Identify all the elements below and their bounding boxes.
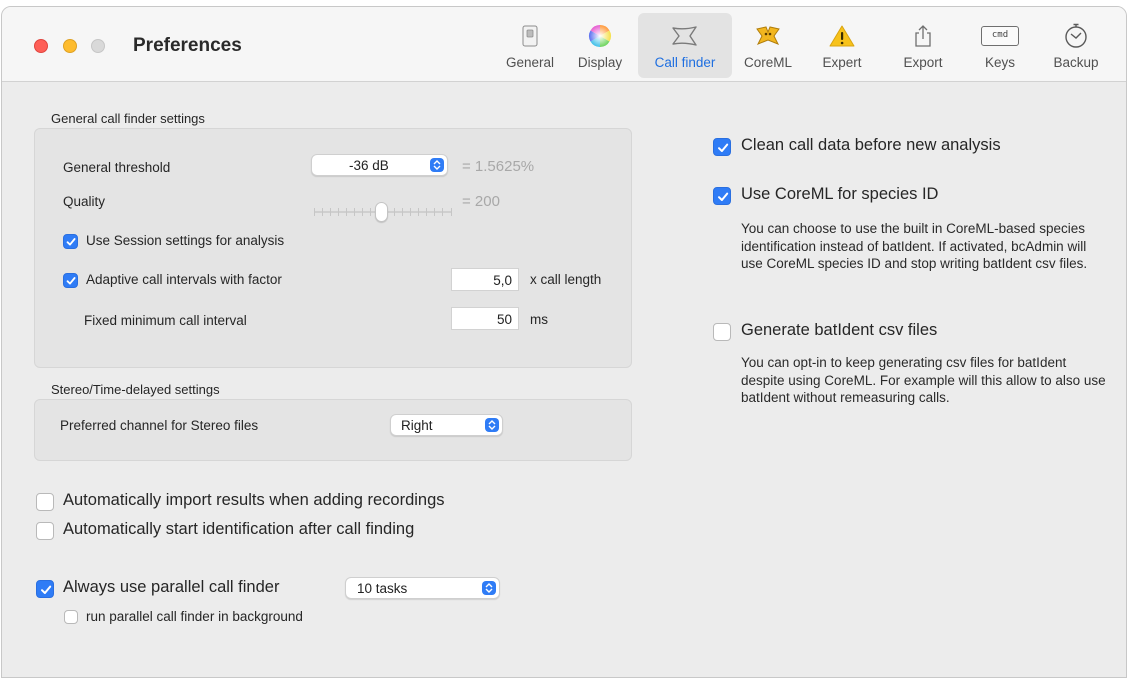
window-title: Preferences (133, 35, 242, 56)
generate-csv-label: Generate batIdent csv files (741, 321, 938, 339)
clean-call-data-checkbox[interactable] (713, 138, 731, 156)
use-coreml-label: Use CoreML for species ID (741, 185, 939, 203)
stereo-settings-heading: Stereo/Time-delayed settings (51, 382, 220, 397)
stereo-channel-label: Preferred channel for Stereo files (60, 418, 259, 433)
auto-import-checkbox[interactable] (36, 493, 54, 511)
titlebar: Preferences General Display Call finder … (2, 7, 1126, 82)
use-session-label: Use Session settings for analysis (86, 233, 285, 248)
fixed-min-interval-label: Fixed minimum call interval (84, 313, 247, 328)
tab-coreml-label: CoreML (743, 55, 792, 70)
coreml-icon (753, 22, 783, 50)
tab-display[interactable]: Display (568, 13, 632, 78)
threshold-label: General threshold (63, 160, 171, 175)
quality-slider[interactable] (314, 202, 452, 222)
fixed-min-interval-unit: ms (530, 312, 548, 327)
tab-call-finder-label: Call finder (654, 55, 716, 70)
tab-keys-label: Keys (984, 55, 1015, 70)
bat-call-icon (670, 22, 700, 50)
close-window-button[interactable] (34, 39, 48, 53)
timer-icon (1061, 22, 1091, 50)
stereo-channel-value: Right (401, 418, 433, 433)
stereo-channel-popup[interactable]: Right (390, 414, 503, 436)
tab-expert-label: Expert (822, 55, 862, 70)
zoom-window-button[interactable] (91, 39, 105, 53)
tab-coreml[interactable]: CoreML (736, 13, 800, 78)
quality-slider-tick (410, 208, 411, 216)
adaptive-factor-unit: x call length (530, 272, 602, 287)
tab-call-finder[interactable]: Call finder (638, 13, 732, 78)
parallel-call-finder-checkbox[interactable] (36, 580, 54, 598)
tab-general-label: General (505, 55, 555, 70)
parallel-tasks-value: 10 tasks (357, 581, 408, 596)
general-settings-heading: General call finder settings (51, 111, 205, 126)
parallel-tasks-popup[interactable]: 10 tasks (345, 577, 500, 599)
auto-import-label: Automatically import results when adding… (63, 491, 445, 509)
minimize-window-button[interactable] (63, 39, 77, 53)
chevron-updown-icon (430, 158, 444, 172)
adaptive-intervals-label: Adaptive call intervals with factor (86, 272, 282, 287)
adaptive-factor-field[interactable]: 5,0 (451, 268, 519, 291)
tab-backup-label: Backup (1053, 55, 1099, 70)
auto-start-checkbox[interactable] (36, 522, 54, 540)
color-wheel-icon (585, 22, 615, 50)
parallel-call-finder-label: Always use parallel call finder (63, 578, 280, 596)
quality-slider-tick (426, 208, 427, 216)
use-coreml-description: You can choose to use the built in CoreM… (741, 221, 1088, 271)
quality-label: Quality (63, 194, 106, 209)
quality-slider-tick (442, 208, 443, 216)
quality-slider-tick (402, 208, 403, 216)
fixed-min-interval-field[interactable]: 50 (451, 307, 519, 330)
quality-slider-tick (434, 208, 435, 216)
tab-keys[interactable]: cmd Keys (968, 13, 1032, 78)
quality-slider-tick (394, 208, 395, 216)
tab-export-label: Export (903, 55, 943, 70)
auto-start-label: Automatically start identification after… (63, 520, 415, 538)
tab-backup[interactable]: Backup (1042, 13, 1110, 78)
quality-slider-tick (338, 208, 339, 216)
tab-export[interactable]: Export (891, 13, 955, 78)
quality-slider-tick (346, 208, 347, 216)
quality-slider-tick (322, 208, 323, 216)
cmd-key-icon: cmd (980, 22, 1020, 50)
quality-slider-tick (451, 208, 452, 216)
threshold-value: -36 dB (349, 158, 389, 173)
chevron-updown-icon (482, 581, 496, 595)
quality-slider-tick (330, 208, 331, 216)
adaptive-intervals-checkbox[interactable] (63, 273, 78, 288)
share-icon (908, 22, 938, 50)
cmd-key-text: cmd (991, 30, 1009, 40)
threshold-percent: = 1.5625% (462, 158, 535, 175)
warning-icon (827, 22, 857, 50)
quality-slider-tick (314, 208, 315, 216)
background-parallel-label: run parallel call finder in background (86, 609, 303, 624)
clean-call-data-label: Clean call data before new analysis (741, 136, 1001, 154)
quality-value: = 200 (462, 193, 500, 210)
chevron-updown-icon (485, 418, 499, 432)
use-coreml-checkbox[interactable] (713, 187, 731, 205)
threshold-popup[interactable]: -36 dB (311, 154, 448, 176)
tab-display-label: Display (577, 55, 623, 70)
tab-general[interactable]: General (498, 13, 562, 78)
quality-slider-tick (370, 208, 371, 216)
preferences-window: Preferences General Display Call finder … (1, 6, 1127, 678)
generate-csv-description: You can opt-in to keep generating csv fi… (741, 355, 1106, 405)
background-parallel-checkbox[interactable] (64, 610, 78, 624)
quality-slider-knob[interactable] (375, 202, 388, 222)
use-session-checkbox[interactable] (63, 234, 78, 249)
tab-expert[interactable]: Expert (810, 13, 874, 78)
quality-slider-tick (354, 208, 355, 216)
quality-slider-tick (362, 208, 363, 216)
quality-slider-tick (418, 208, 419, 216)
general-switch-icon (515, 22, 545, 50)
generate-csv-checkbox[interactable] (713, 323, 731, 341)
